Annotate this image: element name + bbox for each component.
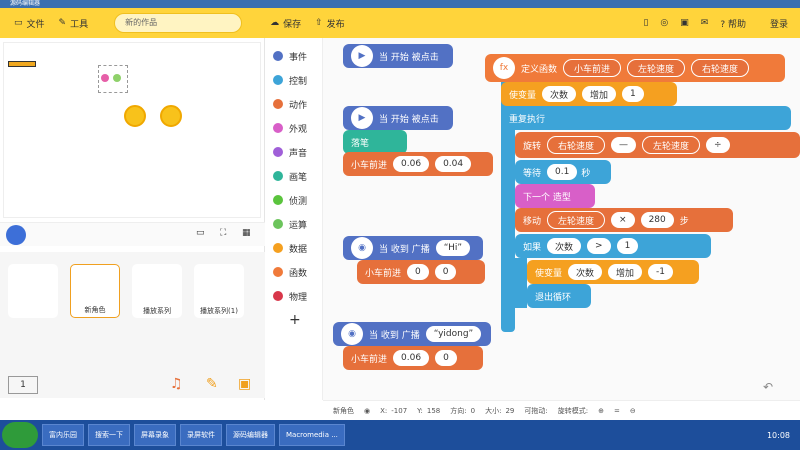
device-icon[interactable]: ◎ [660,18,668,28]
stage-panel: ▭ ⛶ ▦ 新角色 播放系列 播放系列(1) 1 ♫ ✎ ▣ [0,38,265,400]
start-button[interactable] [2,422,38,448]
category-event[interactable]: 事件 [273,46,307,66]
wait-block[interactable]: 等待 0.1 秒 [515,160,611,184]
sprite-card-play-series[interactable]: 播放系列 [132,264,182,318]
play-button[interactable] [160,105,182,127]
when-start-block-2[interactable]: ▶ 当 开始 被点击 [343,106,453,130]
category-control[interactable]: 控制 [273,70,307,90]
if-block[interactable]: 如果 次数 >1 [515,234,711,258]
category-physics[interactable]: 物理 [273,286,307,306]
category-sensing[interactable]: 侦测 [273,190,307,210]
sprite-list: 新角色 播放系列 播放系列(1) 1 ♫ ✎ ▣ [0,252,265,398]
break-loop-block[interactable]: 退出循环 [527,284,591,308]
flag-icon: ▶ [351,45,373,67]
mail-icon[interactable]: ✉ [701,18,709,28]
tools-menu[interactable]: ✎ 工具 [59,17,89,30]
next-costume-block[interactable]: 下一个 造型 [515,184,595,208]
block-categories: 事件 控制 动作 外观 声音 画笔 侦测 运算 数据 函数 物理 + [265,38,323,400]
taskbar-item-3[interactable]: 屏幕录象 [134,424,176,446]
category-pen[interactable]: 画笔 [273,166,307,186]
function-icon: fx [493,57,515,79]
add-extension-button[interactable]: + [289,312,301,328]
save-button[interactable]: ☁ 保存 [270,17,301,30]
taskbar-item-2[interactable]: 搜索一下 [88,424,130,446]
taskbar-item-5[interactable]: 源码编辑器 [226,424,275,446]
category-data[interactable]: 数据 [273,238,307,258]
category-sound[interactable]: 声音 [273,142,307,162]
pause-button[interactable] [124,105,146,127]
folder-add-icon[interactable]: ▣ [238,376,251,392]
fullscreen-icon[interactable]: ⛶ [220,228,226,238]
undo-icon[interactable]: ↶ [763,380,773,394]
grid-icon[interactable]: ▦ [242,228,251,238]
zoom-reset-icon[interactable]: = [614,407,620,415]
stage-toolbar: ▭ ⛶ ▦ [0,222,265,246]
when-receive-hi-block[interactable]: ◉ 当 收到 广播 “Hi” [343,236,483,260]
category-operators[interactable]: 运算 [273,214,307,234]
publish-button[interactable]: ⇧ 发布 [315,17,345,30]
sprite-status-bar: 新角色 ◉ X: -107 Y: 158 方向: 0 大小: 29 可拖动: 旋转模式:… [323,400,800,420]
broadcast-icon: ◉ [351,237,373,259]
screenshot-icon[interactable]: ▭ [196,228,205,238]
set-var-block-2[interactable]: 使变量 次数 增加 -1 [527,260,699,284]
window-titlebar: 源码编辑器 [0,0,800,8]
category-function[interactable]: 函数 [273,262,307,282]
taskbar-item-4[interactable]: 录屏软件 [180,424,222,446]
file-menu[interactable]: ▭ 文件 [14,17,45,30]
code-workspace[interactable]: ▶ 当 开始 被点击 ▶ 当 开始 被点击 落笔 小车前进 0.06 0.04 ◉ 当 收… [323,38,800,400]
car-forward-block[interactable]: 小车前进 0.06 0.04 [343,152,493,176]
help-button[interactable]: ? 帮助 [720,17,758,30]
publish-icon: ⇧ [315,18,323,28]
sprite-card-play-series-1[interactable]: 播放系列(1) [194,264,244,318]
robot-sprite[interactable] [98,65,128,93]
sprite-card-new[interactable]: 新角色 [70,264,120,318]
rotate-block[interactable]: 旋转 右轮速度 — 左轮速度 ÷ [515,132,800,158]
if-body-bar [515,258,527,308]
stage-sprite-small[interactable] [8,61,36,67]
folder-icon: ▭ [14,18,23,28]
taskbar-clock: 10:08 [766,430,790,440]
window-title: 源码编辑器 [10,0,41,7]
windows-taskbar: 富内乐园 搜索一下 屏幕录象 录屏软件 源码编辑器 Macromedia ...… [0,420,800,450]
wrench-icon: ✎ [58,18,67,28]
zoom-out-icon[interactable]: ⊖ [630,407,636,415]
car-forward-block-2[interactable]: 小车前进 0 0 [357,260,485,284]
project-name-input[interactable]: 新的作品 [114,13,243,33]
run-button[interactable] [6,225,26,245]
menu-bar: ▭ 文件 ✎ 工具 新的作品 ☁ 保存 ⇧ 发布 ▯ ◎ ▣ ✉ ? 帮助 登录 [0,8,800,38]
category-motion[interactable]: 动作 [273,94,307,114]
set-var-block[interactable]: 使变量 次数 增加 1 [501,82,677,106]
zoom-in-icon[interactable]: ⊕ [598,407,604,415]
category-looks[interactable]: 外观 [273,118,307,138]
stage[interactable] [3,42,261,218]
taskbar-item-6[interactable]: Macromedia ... [279,424,345,446]
phone-icon[interactable]: ▯ [643,18,648,28]
pen-down-block[interactable]: 落笔 [343,130,407,154]
save-icon: ☁ [270,18,280,28]
login-button[interactable]: 登录 [770,17,788,30]
page-indicator[interactable]: 1 [8,376,38,394]
broadcast-icon: ◉ [341,323,363,345]
flag-icon: ▶ [351,107,373,129]
move-block[interactable]: 移动 左轮速度 × 280 步 [515,208,733,232]
sprite-card-empty[interactable] [8,264,58,318]
when-receive-yidong-block[interactable]: ◉ 当 收到 广播 “yidong” [333,322,491,346]
box-icon[interactable]: ▣ [680,18,689,28]
taskbar-item-1[interactable]: 富内乐园 [42,424,84,446]
when-start-block[interactable]: ▶ 当 开始 被点击 [343,44,453,68]
pencil-icon[interactable]: ✎ [206,376,218,392]
car-forward-block-3[interactable]: 小车前进 0.06 0 [343,346,483,370]
define-function-block[interactable]: fx 定义函数 小车前进 左轮速度 右轮速度 [485,54,785,82]
eye-icon[interactable]: ◉ [364,407,370,415]
repeat-forever-block[interactable]: 重复执行 [501,106,791,130]
music-icon[interactable]: ♫ [170,376,183,392]
